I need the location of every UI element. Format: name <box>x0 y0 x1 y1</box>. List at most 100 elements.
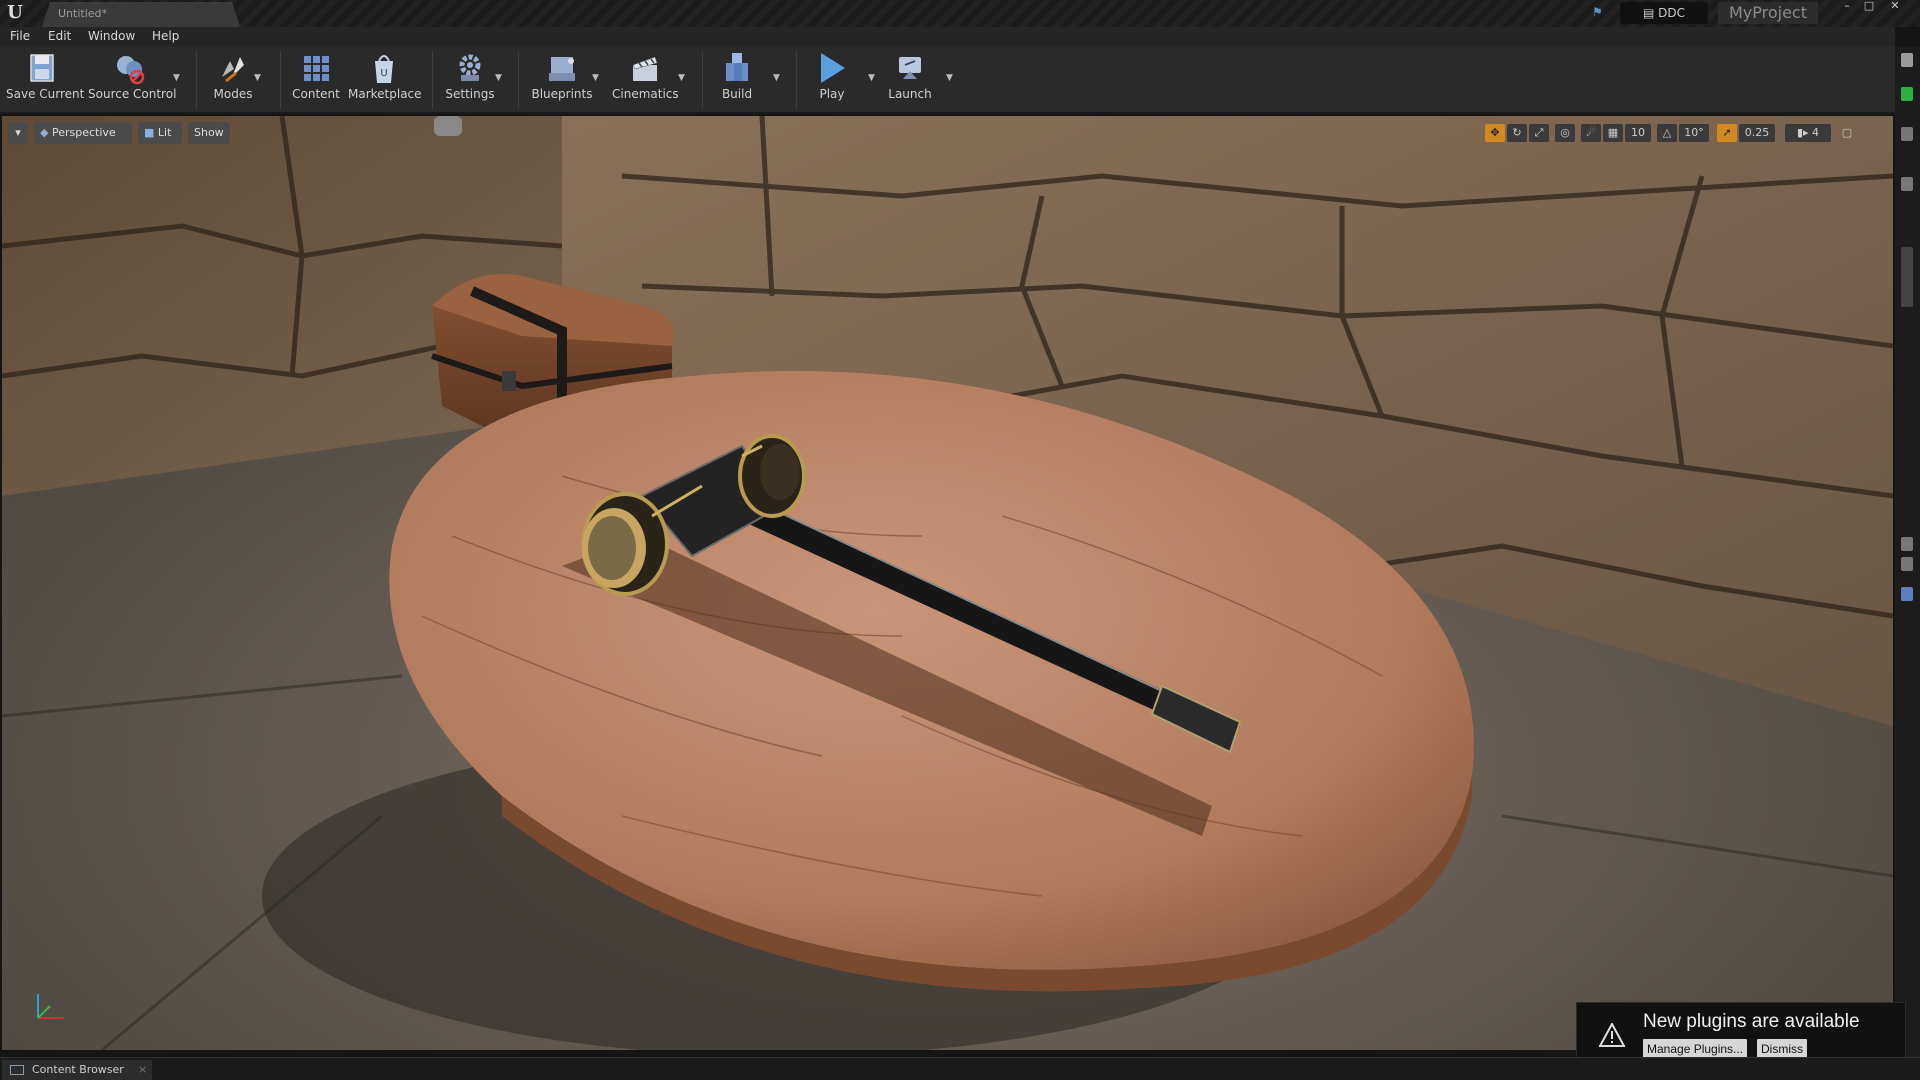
grid-snap-icon[interactable]: ▦ <box>1603 124 1623 142</box>
source-control-dropdown-icon[interactable]: ▼ <box>173 73 180 83</box>
panel-tab-icon[interactable] <box>1901 587 1913 601</box>
ddc-indicator[interactable]: ▤ DDC <box>1620 2 1708 24</box>
settings-label: Settings <box>445 87 495 101</box>
menu-file[interactable]: File <box>10 29 30 43</box>
manage-plugins-button[interactable]: Manage Plugins... <box>1643 1039 1748 1059</box>
svg-text:U: U <box>380 68 387 79</box>
world-local-icon[interactable]: ◎ <box>1555 124 1575 142</box>
notification-flag-icon[interactable]: ⚑ <box>1592 5 1608 19</box>
menu-edit[interactable]: Edit <box>48 29 71 43</box>
camera-speed-value: 4 <box>1812 126 1820 139</box>
panel-tab-icon[interactable] <box>1901 127 1913 141</box>
level-viewport[interactable]: ▾ ◆ Perspective ■ Lit Show ✥ ↻ ⤢ ◎ ☄ ▦ 1… <box>2 116 1893 1050</box>
translate-icon[interactable]: ✥ <box>1485 124 1505 142</box>
lit-icon: ■ <box>144 126 155 139</box>
settings-button[interactable]: Settings <box>442 51 498 109</box>
show-button[interactable]: Show <box>188 122 230 144</box>
close-button[interactable]: ✕ <box>1884 0 1906 14</box>
close-tab-icon[interactable]: × <box>138 1060 147 1080</box>
viewport-options-dropdown[interactable]: ▾ <box>8 122 28 144</box>
marketplace-icon: U <box>375 55 393 83</box>
content-browser-label: Content Browser <box>32 1063 124 1076</box>
scrollbar[interactable] <box>1901 247 1913 307</box>
maximize-viewport-icon[interactable]: ▢ <box>1839 124 1855 142</box>
chevron-down-icon: ▾ <box>15 126 21 139</box>
content-browser-icon <box>10 1065 24 1075</box>
rotation-snap-icon[interactable]: △ <box>1657 124 1677 142</box>
cinematics-dropdown-icon[interactable]: ▼ <box>678 73 685 83</box>
modes-dropdown-icon[interactable]: ▼ <box>254 73 261 83</box>
scale-snap-value[interactable]: 0.25 <box>1739 124 1775 142</box>
rotation-snap-value[interactable]: 10° <box>1679 124 1709 142</box>
blueprints-icon <box>549 57 575 81</box>
toolbar-separator <box>702 51 703 109</box>
lit-label: Lit <box>157 126 172 139</box>
launch-label: Launch <box>888 87 932 101</box>
content-button[interactable]: Content <box>290 51 342 109</box>
camera-speed-icon: ▮▸ <box>1796 126 1809 139</box>
grid-snap-value[interactable]: 10 <box>1625 124 1651 142</box>
menu-window[interactable]: Window <box>88 29 135 43</box>
build-button[interactable]: Build <box>712 51 762 109</box>
scale-icon[interactable]: ⤢ <box>1529 124 1549 142</box>
source-control-button[interactable]: Source Control <box>88 51 177 109</box>
surface-snap-icon[interactable]: ☄ <box>1581 124 1601 142</box>
bottom-bar: Content Browser × <box>0 1057 1920 1080</box>
perspective-icon: ◆ <box>40 126 49 139</box>
maximize-button[interactable]: □ <box>1858 0 1880 14</box>
perspective-label: Perspective <box>51 126 116 139</box>
viewport-toolbar-right: ✥ ↻ ⤢ ◎ ☄ ▦ 10 △ 10° ➚ 0.25 ▮▸ 4 ▢ <box>1485 122 1885 144</box>
cinematics-button[interactable]: Cinematics <box>612 51 679 109</box>
right-panel-strip <box>1895 47 1920 1057</box>
warning-icon <box>1599 1023 1625 1047</box>
document-tab-label: Untitled* <box>58 7 108 20</box>
toolbar-separator <box>280 51 281 109</box>
camera-speed[interactable]: ▮▸ 4 <box>1785 124 1831 142</box>
modes-button[interactable]: Modes <box>208 51 258 109</box>
dismiss-button[interactable]: Dismiss <box>1757 1039 1807 1059</box>
play-dropdown-icon[interactable]: ▼ <box>868 73 875 83</box>
scene-render <box>2 116 1893 1050</box>
launch-button[interactable]: Launch <box>884 51 936 109</box>
panel-tab-icon[interactable] <box>1901 177 1913 191</box>
save-icon <box>30 54 54 82</box>
checkbox-icon[interactable] <box>1901 557 1913 571</box>
modes-icon <box>222 57 244 83</box>
toolbar-separator <box>796 51 797 109</box>
build-label: Build <box>721 87 753 101</box>
settings-icon <box>459 54 481 81</box>
scale-snap-icon[interactable]: ➚ <box>1717 124 1737 142</box>
blueprints-button[interactable]: Blueprints <box>530 51 594 109</box>
play-label: Play <box>819 87 845 101</box>
checkbox-icon[interactable] <box>1901 537 1913 551</box>
panel-tab-icon[interactable] <box>1901 53 1913 67</box>
source-control-icon <box>117 56 145 85</box>
cinematics-label: Cinematics <box>612 87 679 101</box>
modes-label: Modes <box>213 87 253 101</box>
play-icon <box>821 53 845 83</box>
blueprints-dropdown-icon[interactable]: ▼ <box>592 73 599 83</box>
build-icon <box>726 53 748 81</box>
play-button[interactable]: Play <box>806 51 858 109</box>
save-current-button[interactable]: Save Current <box>6 51 84 109</box>
marketplace-button[interactable]: U Marketplace <box>348 51 422 109</box>
settings-dropdown-icon[interactable]: ▼ <box>495 73 502 83</box>
perspective-button[interactable]: ◆ Perspective <box>34 122 132 144</box>
minimize-button[interactable]: – <box>1836 0 1858 14</box>
document-tab[interactable]: Untitled* <box>42 2 240 27</box>
add-panel-icon[interactable] <box>1901 87 1913 101</box>
content-browser-tab[interactable]: Content Browser × <box>2 1060 152 1080</box>
notification-title: New plugins are available <box>1643 1011 1860 1032</box>
menu-help[interactable]: Help <box>152 29 179 43</box>
menu-bar: File Edit Window Help <box>0 27 1895 47</box>
lit-button[interactable]: ■ Lit <box>138 122 182 144</box>
rotate-icon[interactable]: ↻ <box>1507 124 1527 142</box>
launch-dropdown-icon[interactable]: ▼ <box>946 73 953 83</box>
toolbar-separator <box>518 51 519 109</box>
build-dropdown-icon[interactable]: ▼ <box>773 73 780 83</box>
unreal-logo-icon: U <box>7 2 23 23</box>
cinematics-icon <box>632 56 658 81</box>
ddc-label: DDC <box>1658 6 1685 20</box>
marketplace-label: Marketplace <box>348 87 422 101</box>
source-control-label: Source Control <box>88 87 177 101</box>
